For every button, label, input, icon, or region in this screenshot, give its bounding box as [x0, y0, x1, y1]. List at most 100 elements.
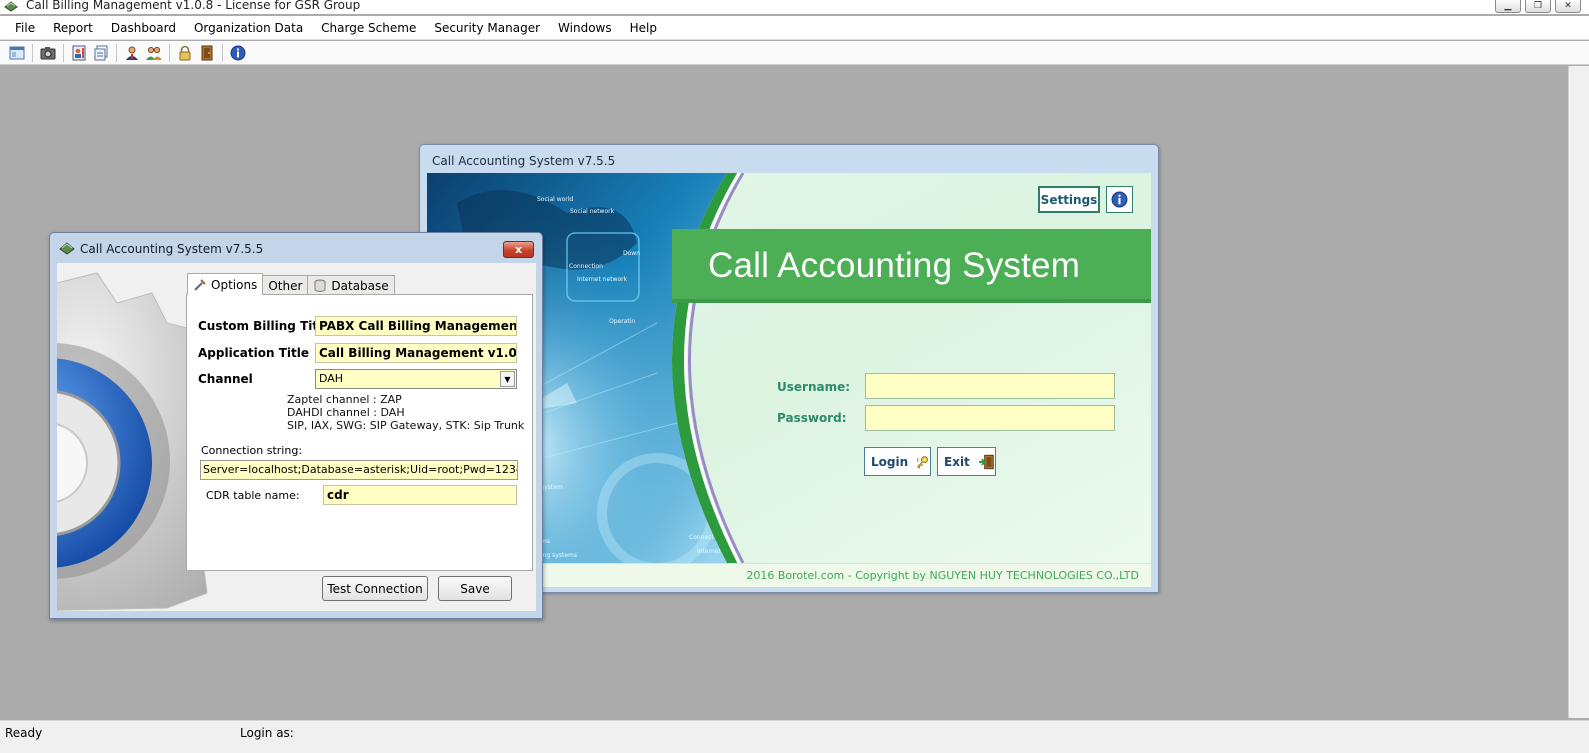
exit-door-icon	[201, 45, 213, 60]
options-dialog-title: Call Accounting System v7.5.5	[80, 242, 264, 256]
users-icon	[146, 46, 162, 60]
options-tab-panel: Custom Billing Title PABX Call Billing M…	[186, 294, 533, 571]
restore-icon: ❐	[1533, 0, 1543, 11]
restore-button[interactable]: ❐	[1525, 0, 1551, 13]
login-button[interactable]: Login	[864, 447, 931, 476]
tools-icon	[194, 278, 206, 291]
art-text-system: system	[541, 484, 563, 491]
channel-hint-dah: DAHDI channel : DAH	[287, 406, 405, 419]
exit-button-label: Exit	[944, 454, 970, 469]
art-text-operatin: Operatin	[609, 318, 635, 325]
tab-options[interactable]: Options	[187, 273, 264, 295]
login-banner: Call Accounting System	[672, 229, 1151, 303]
tab-database-label: Database	[331, 278, 389, 293]
menu-security-manager[interactable]: Security Manager	[425, 21, 549, 35]
art-text-internet: Internet	[697, 548, 721, 555]
documents-icon	[94, 45, 108, 60]
info-icon	[1111, 191, 1128, 208]
channel-select[interactable]: DAH ▼	[315, 369, 517, 389]
copyright-text: 2016 Borotel.com - Copyright by NGUYEN H…	[746, 569, 1139, 582]
menu-report[interactable]: Report	[44, 21, 102, 35]
art-text-down: Down	[623, 250, 640, 257]
close-icon: x	[514, 243, 523, 256]
login-button-label: Login	[871, 454, 909, 469]
password-label: Password:	[777, 411, 847, 425]
app-icon	[59, 242, 75, 255]
window-icon	[9, 46, 25, 59]
menu-dashboard[interactable]: Dashboard	[102, 21, 185, 35]
chevron-down-icon[interactable]: ▼	[500, 371, 515, 387]
test-connection-button[interactable]: Test Connection	[322, 576, 428, 601]
menu-file[interactable]: File	[6, 21, 44, 35]
options-dialog: Call Accounting System v7.5.5 x Options …	[49, 232, 543, 619]
options-dialog-body: Options Other Database Custom Billing Ti…	[57, 263, 536, 611]
application-title-input[interactable]: Call Billing Management v1.0.8 - Lice	[315, 343, 517, 363]
toolbar-documents-button[interactable]	[91, 43, 111, 63]
channel-label: Channel	[198, 372, 253, 386]
key-icon	[917, 455, 929, 469]
tab-other-label: Other	[268, 278, 303, 293]
cdr-table-name-label: CDR table name:	[206, 489, 300, 502]
close-icon: ✕	[1564, 0, 1572, 11]
exit-door-icon	[978, 454, 994, 469]
minimize-button[interactable]: ▁	[1495, 0, 1521, 13]
art-text-connection: Connection	[569, 263, 603, 270]
username-label: Username:	[777, 380, 851, 394]
connection-string-input[interactable]: Server=localhost;Database=asterisk;Uid=r…	[200, 460, 518, 480]
info-icon	[230, 45, 246, 60]
login-window-title: Call Accounting System v7.5.5	[432, 154, 616, 168]
menu-help[interactable]: Help	[621, 21, 666, 35]
close-button[interactable]: ✕	[1555, 0, 1581, 13]
custom-billing-title-label: Custom Billing Title	[198, 319, 331, 333]
options-tab-strip: Options Other Database	[187, 273, 395, 295]
toolbar-separator	[222, 43, 223, 62]
channel-select-value: DAH	[319, 372, 344, 385]
settings-button[interactable]: Settings	[1038, 186, 1100, 213]
menu-charge-scheme[interactable]: Charge Scheme	[312, 21, 425, 35]
art-text-internet-network: Internet network	[577, 276, 628, 283]
options-close-button[interactable]: x	[503, 241, 534, 258]
toolbar-window-button[interactable]	[7, 43, 27, 63]
toolbar-separator	[32, 43, 33, 62]
save-button[interactable]: Save	[438, 576, 512, 601]
toolbar-camera-button[interactable]	[38, 43, 58, 63]
exit-button[interactable]: Exit	[937, 447, 996, 476]
art-text-social-network: Social network	[570, 208, 615, 215]
cdr-table-name-input[interactable]: cdr	[323, 485, 517, 505]
toolbar-separator	[63, 43, 64, 62]
lock-icon	[179, 45, 191, 60]
application-title-label: Application Title	[198, 346, 310, 360]
status-bar: Ready Login as:	[0, 720, 1589, 753]
toolbar-users-button[interactable]	[144, 43, 164, 63]
toolbar-contacts-button[interactable]	[69, 43, 89, 63]
channel-hint-sip: SIP, IAX, SWG: SIP Gateway, STK: Sip Tru…	[287, 419, 525, 432]
connection-string-label: Connection string:	[201, 444, 303, 457]
status-ready: Ready	[5, 726, 43, 740]
custom-billing-title-input[interactable]: PABX Call Billing Management	[315, 316, 517, 336]
menu-organization-data[interactable]: Organization Data	[185, 21, 312, 35]
about-button[interactable]	[1106, 186, 1133, 213]
app-title: Call Billing Management v1.0.8 - License…	[26, 0, 361, 12]
user-icon	[126, 46, 138, 60]
toolbar-exit-button[interactable]	[197, 43, 217, 63]
password-input[interactable]	[865, 405, 1115, 431]
menu-bar: File Report Dashboard Organization Data …	[0, 16, 1589, 40]
channel-hint-zap: Zaptel channel : ZAP	[287, 393, 402, 406]
menu-windows[interactable]: Windows	[549, 21, 621, 35]
username-input[interactable]	[865, 373, 1115, 399]
art-text-social-world: Social world	[537, 196, 573, 203]
toolbar-lock-button[interactable]	[175, 43, 195, 63]
app-icon	[4, 1, 18, 12]
tab-other[interactable]: Other	[262, 275, 309, 295]
toolbar-about-button[interactable]	[228, 43, 248, 63]
toolbar-separator	[169, 43, 170, 62]
art-text-connect: Connect	[689, 534, 714, 541]
toolbar-user-button[interactable]	[122, 43, 142, 63]
database-icon	[314, 279, 326, 292]
banner-title: Call Accounting System	[708, 246, 1081, 285]
status-login-as: Login as:	[240, 726, 294, 740]
toolbar	[0, 41, 1589, 65]
tab-database[interactable]: Database	[307, 275, 395, 295]
camera-icon	[40, 46, 56, 59]
tab-options-label: Options	[211, 277, 258, 292]
